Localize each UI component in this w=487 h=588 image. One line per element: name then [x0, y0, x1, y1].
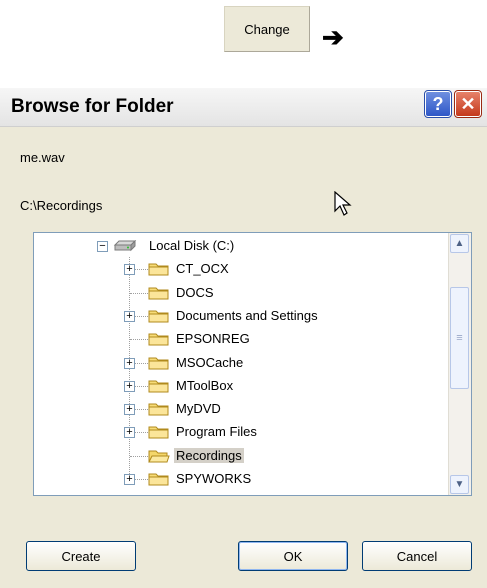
tree-item-recordings[interactable]: Recordings — [34, 445, 446, 467]
right-arrow-icon: ➔ — [322, 22, 344, 52]
tree-item-program-files[interactable]: + Program Files — [34, 421, 446, 443]
expand-icon[interactable]: + — [124, 427, 135, 439]
tree-item-documents-and-settings[interactable]: + Documents and Settings — [34, 305, 446, 327]
folder-icon — [148, 403, 169, 416]
vertical-scrollbar[interactable]: ▲ ≡ ▼ — [448, 233, 471, 495]
tree-item-epsonreg[interactable]: EPSONREG — [34, 328, 446, 350]
tree-item-spyworks[interactable]: + SPYWORKS — [34, 468, 446, 490]
change-button[interactable]: Change — [224, 6, 310, 52]
help-button[interactable]: ? — [424, 90, 452, 118]
tree-item-label: Documents and Settings — [176, 307, 318, 323]
tree-item-label: Program Files — [176, 424, 257, 440]
tree-item-label: CT_OCX — [176, 261, 229, 277]
open-folder-icon — [148, 450, 170, 463]
folder-tree[interactable]: − Local Disk (C:) + CT_OCX DOCS + Documents an… — [33, 232, 472, 496]
browse-for-folder-dialog: Browse for Folder ? ✕ me.wav C:\Recordin… — [0, 88, 487, 588]
folder-icon — [148, 263, 169, 276]
cancel-button[interactable]: Cancel — [362, 541, 472, 571]
tree-item-ct-ocx[interactable]: + CT_OCX — [34, 258, 446, 280]
expand-icon[interactable]: + — [124, 357, 135, 369]
folder-icon — [148, 287, 169, 300]
scroll-up-arrow-icon[interactable]: ▲ — [450, 234, 469, 253]
tree-connector-line — [130, 292, 148, 294]
tree-item-mydvd[interactable]: + MyDVD — [34, 398, 446, 420]
hard-drive-icon — [113, 240, 137, 252]
folder-icon — [148, 310, 169, 323]
create-folder-button[interactable]: Create — [26, 541, 136, 571]
file-name-label: me.wav — [20, 150, 65, 165]
collapse-icon[interactable]: − — [97, 241, 108, 252]
tree-item-label: MSOCache — [176, 354, 244, 370]
tree-item-label: Local Disk (C:) — [149, 238, 235, 253]
close-button[interactable]: ✕ — [454, 90, 482, 118]
expand-icon[interactable]: + — [124, 380, 135, 392]
tree-item-label: MyDVD — [176, 401, 221, 417]
ok-button[interactable]: OK — [238, 541, 348, 571]
tree-connector-line — [130, 339, 148, 341]
folder-icon — [148, 333, 169, 346]
tree-item-mtoolbox[interactable]: + MToolBox — [34, 375, 446, 397]
tree-item-label: DOCS — [176, 284, 214, 300]
tree-item-label: MToolBox — [176, 377, 234, 393]
tree-item-msocache[interactable]: + MSOCache — [34, 352, 446, 374]
scroll-down-arrow-icon[interactable]: ▼ — [450, 475, 469, 494]
selected-path-label: C:\Recordings — [20, 198, 103, 213]
tree-connector-line — [130, 455, 148, 457]
tree-item-label: EPSONREG — [176, 331, 250, 347]
folder-icon — [148, 473, 169, 486]
tree-item-label: Recordings — [174, 447, 244, 463]
folder-icon — [148, 357, 169, 369]
scroll-thumb[interactable]: ≡ — [450, 287, 469, 389]
expand-icon[interactable]: + — [124, 310, 135, 322]
tree-item-docs[interactable]: DOCS — [34, 282, 446, 304]
folder-icon — [148, 426, 169, 439]
mouse-pointer-icon — [334, 191, 352, 216]
expand-icon[interactable]: + — [124, 264, 135, 276]
folder-icon — [148, 380, 169, 393]
dialog-titlebar: Browse for Folder ? ✕ — [0, 88, 487, 127]
expand-icon[interactable]: + — [124, 404, 135, 416]
tree-item-local-disk[interactable]: − Local Disk (C:) — [34, 235, 446, 257]
tree-item-label: SPYWORKS — [176, 471, 252, 486]
dialog-title: Browse for Folder — [11, 96, 174, 117]
expand-icon[interactable]: + — [124, 474, 135, 485]
